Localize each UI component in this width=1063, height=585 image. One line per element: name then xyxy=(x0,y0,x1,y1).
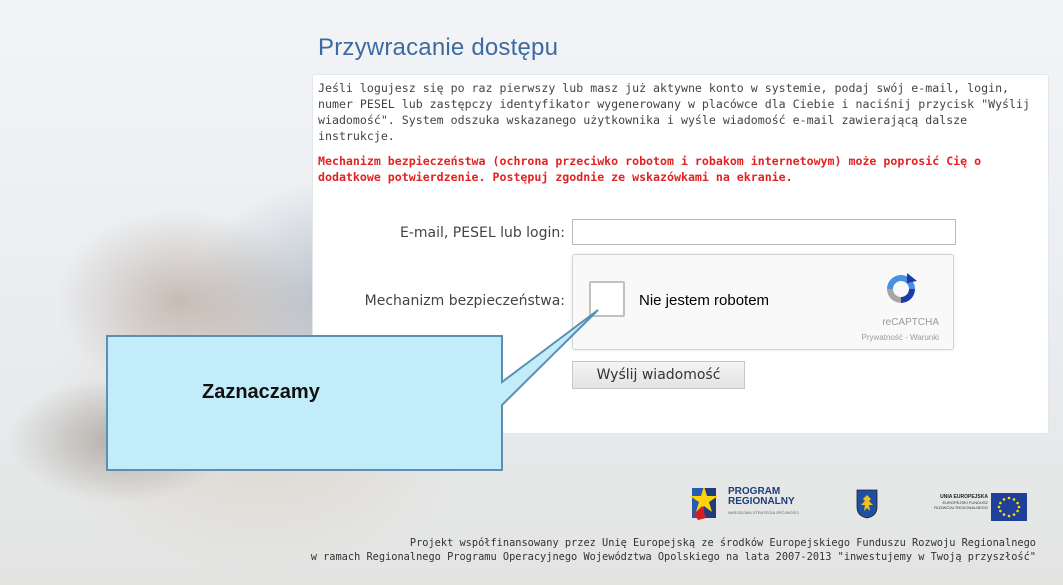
eu-text-block: UNIA EUROPEJSKA EUROPEJSKI FUNDUSZ ROZWO… xyxy=(928,494,988,524)
recaptcha-checkbox[interactable] xyxy=(589,281,625,317)
eu-flag-icon xyxy=(991,493,1027,521)
email-label: E-mail, PESEL lub login: xyxy=(400,225,565,241)
footer-line-1: Projekt współfinansowany przez Unię Euro… xyxy=(409,537,1036,549)
eu-fund-label-2: ROZWOJU REGIONALNEGO xyxy=(934,505,988,510)
send-message-button[interactable]: Wyślij wiadomość xyxy=(572,361,745,389)
callout-text: Zaznaczamy xyxy=(202,381,320,403)
recaptcha-logo-icon xyxy=(887,273,917,303)
opolskie-crest-icon xyxy=(856,489,878,519)
recaptcha-terms-link[interactable]: Prywatność - Warunki xyxy=(862,333,940,342)
security-warning: Mechanizm bezpieczeństwa (ochrona przeci… xyxy=(318,154,982,184)
regionalny-label: REGIONALNY xyxy=(728,496,795,507)
security-label: Mechanizm bezpieczeństwa: xyxy=(364,293,565,309)
program-regionalny-logo: PROGRAM REGIONALNY NARODOWA STRATEGIA SP… xyxy=(688,484,828,524)
footer-line-2: w ramach Regionalnego Programu Operacyjn… xyxy=(310,551,1036,563)
star-flag-icon xyxy=(690,486,718,520)
page-title: Przywracanie dostępu xyxy=(318,34,559,61)
email-field[interactable] xyxy=(572,219,956,245)
footer: Projekt współfinansowany przez Unię Euro… xyxy=(8,536,1036,564)
recaptcha-widget: Nie jestem robotem reCAPTCHA Prywatność … xyxy=(572,254,954,350)
strategy-label: NARODOWA STRATEGIA SPÓJNOŚCI xyxy=(728,510,800,515)
recaptcha-checkbox-label: Nie jestem robotem xyxy=(639,292,770,309)
intro-text: Jeśli logujesz się po raz pierwszy lub m… xyxy=(318,81,1030,143)
recaptcha-brand: reCAPTCHA xyxy=(882,317,939,328)
